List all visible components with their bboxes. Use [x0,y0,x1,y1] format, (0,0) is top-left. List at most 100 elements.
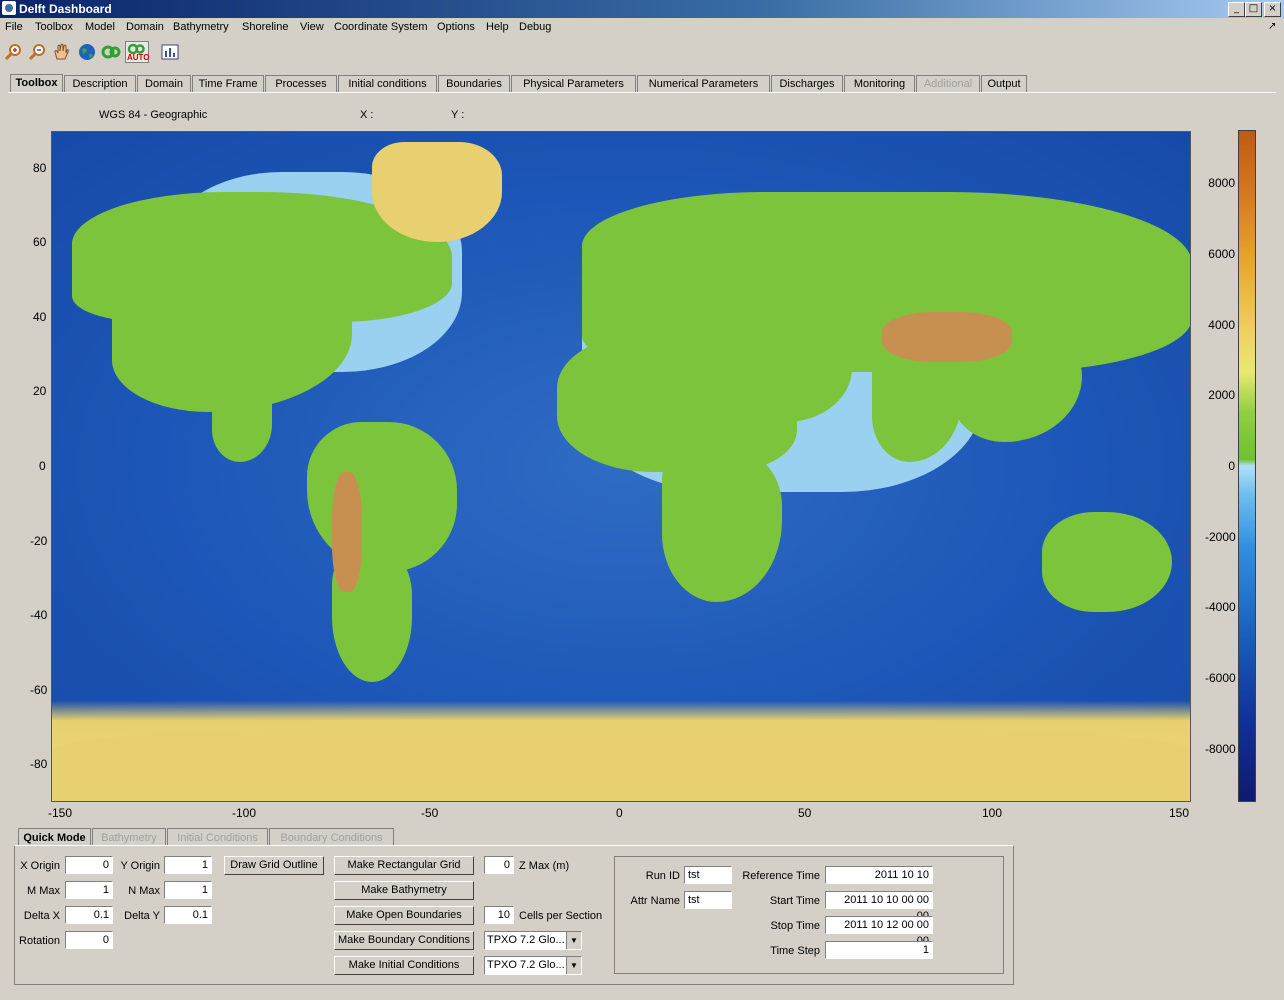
colorbar-tick: -2000 [1205,530,1236,544]
y-tick: 0 [39,459,46,473]
chart-icon[interactable] [159,41,181,63]
menu-view[interactable]: View [300,21,324,33]
delta-y-input[interactable]: 0.1 [164,906,212,924]
auto-label: AUTO [127,53,150,62]
land-greenland [372,142,502,242]
initial-tide-model-value: TPXO 7.2 Glo... [487,959,565,971]
cells-per-section-input[interactable]: 10 [484,906,514,924]
x-tick: 100 [982,806,1003,820]
tab-processes[interactable]: Processes [265,75,337,92]
land-south-africa [662,452,782,602]
y-origin-input[interactable]: 1 [164,856,212,874]
make-boundary-conditions-button[interactable]: Make Boundary Conditions [334,931,474,950]
title-bar: Delft Dashboard _ □ × [0,0,1284,18]
menu-shoreline[interactable]: Shoreline [242,21,288,33]
tab-quick-mode[interactable]: Quick Mode [18,828,91,846]
auto-refresh-icon[interactable]: AUTO [125,41,150,63]
maximize-button[interactable]: □ [1245,2,1262,17]
zoom-out-icon[interactable] [26,41,48,63]
n-max-label: N Max [128,885,160,897]
boundary-tide-model-value: TPXO 7.2 Glo... [487,934,565,946]
stop-time-input[interactable]: 2011 10 12 00 00 00 [825,916,933,947]
y-coordinate-label: Y : [451,109,465,121]
initial-tide-model-select[interactable]: TPXO 7.2 Glo... ▼ [484,956,582,975]
tab-output[interactable]: Output [981,75,1027,92]
n-max-input[interactable]: 1 [164,881,212,899]
boundary-tide-model-select[interactable]: TPXO 7.2 Glo... ▼ [484,931,582,950]
menu-toolbox[interactable]: Toolbox [35,21,73,33]
minimize-button[interactable]: _ [1228,2,1245,17]
y-tick: -80 [30,757,48,771]
menu-coordinate-system[interactable]: Coordinate System [334,21,428,33]
menu-options[interactable]: Options [437,21,475,33]
zmax-label: Z Max (m) [519,860,570,872]
close-button[interactable]: × [1264,2,1281,17]
rotation-label: Rotation [19,935,60,947]
attr-name-input[interactable]: tst [684,891,732,909]
menu-bar: File Toolbox Model Domain Bathymetry Sho… [0,19,1284,37]
tibet-plateau [882,312,1012,362]
land-central-america [212,392,272,462]
tab-boundaries[interactable]: Boundaries [438,75,510,92]
start-time-label: Start Time [769,895,820,907]
reference-time-input[interactable]: 2011 10 10 [825,866,933,884]
land-antarctica [52,727,1190,801]
run-id-label: Run ID [645,870,680,882]
make-initial-conditions-button[interactable]: Make Initial Conditions [334,956,474,975]
tab-physical-parameters[interactable]: Physical Parameters [511,75,636,92]
zoom-in-icon[interactable] [2,41,24,63]
tab-monitoring[interactable]: Monitoring [844,75,915,92]
colorbar-tick: 8000 [1208,176,1235,190]
reference-time-label: Reference Time [742,870,820,882]
menu-bathymetry[interactable]: Bathymetry [173,21,229,33]
andes-mountains [332,472,362,592]
pan-hand-icon[interactable] [50,41,72,63]
refresh-icon[interactable] [100,41,122,63]
tab-initial-conditions-sub: Initial Conditions [167,828,268,846]
tab-time-frame[interactable]: Time Frame [192,75,264,92]
map-view[interactable] [51,131,1191,802]
rotation-input[interactable]: 0 [65,931,113,949]
restore-icon[interactable]: ↗ [1268,21,1276,32]
tab-discharges[interactable]: Discharges [771,75,843,92]
tab-numerical-parameters[interactable]: Numerical Parameters [637,75,770,92]
tab-domain[interactable]: Domain [137,75,191,92]
tab-initial-conditions[interactable]: Initial conditions [338,75,437,92]
draw-grid-outline-button[interactable]: Draw Grid Outline [224,856,324,875]
colorbar-tick: 2000 [1208,388,1235,402]
menu-debug[interactable]: Debug [519,21,551,33]
make-open-boundaries-button[interactable]: Make Open Boundaries [334,906,474,925]
time-step-label: Time Step [770,945,820,957]
attr-name-label: Attr Name [630,895,680,907]
chevron-down-icon[interactable]: ▼ [566,957,581,974]
start-time-input[interactable]: 2011 10 10 00 00 00 [825,891,933,922]
window-title: Delft Dashboard [19,2,112,16]
y-origin-label: Y Origin [120,860,160,872]
chevron-down-icon[interactable]: ▼ [566,932,581,949]
run-id-input[interactable]: tst [684,866,732,884]
tab-toolbox[interactable]: Toolbox [10,74,63,93]
y-tick: -20 [30,534,48,548]
make-bathymetry-button[interactable]: Make Bathymetry [334,881,474,900]
delta-x-input[interactable]: 0.1 [65,906,113,924]
menu-help[interactable]: Help [486,21,509,33]
m-max-input[interactable]: 1 [65,881,113,899]
y-tick: 20 [33,384,47,398]
land-south-america-north [307,422,457,572]
colorbar-tick: 6000 [1208,247,1235,261]
x-tick: -50 [421,806,439,820]
menu-domain[interactable]: Domain [126,21,164,33]
y-tick: 60 [33,235,47,249]
tab-description[interactable]: Description [64,75,136,92]
colorbar-tick: -8000 [1205,742,1236,756]
globe-icon[interactable] [76,41,98,63]
menu-file[interactable]: File [5,21,23,33]
x-tick: 50 [798,806,812,820]
zmax-input[interactable]: 0 [484,856,514,874]
menu-model[interactable]: Model [85,21,115,33]
time-step-input[interactable]: 1 [825,941,933,959]
make-rectangular-grid-button[interactable]: Make Rectangular Grid [334,856,474,875]
land-australia [1042,512,1172,612]
cells-per-section-label: Cells per Section [519,910,603,922]
x-origin-input[interactable]: 0 [65,856,113,874]
